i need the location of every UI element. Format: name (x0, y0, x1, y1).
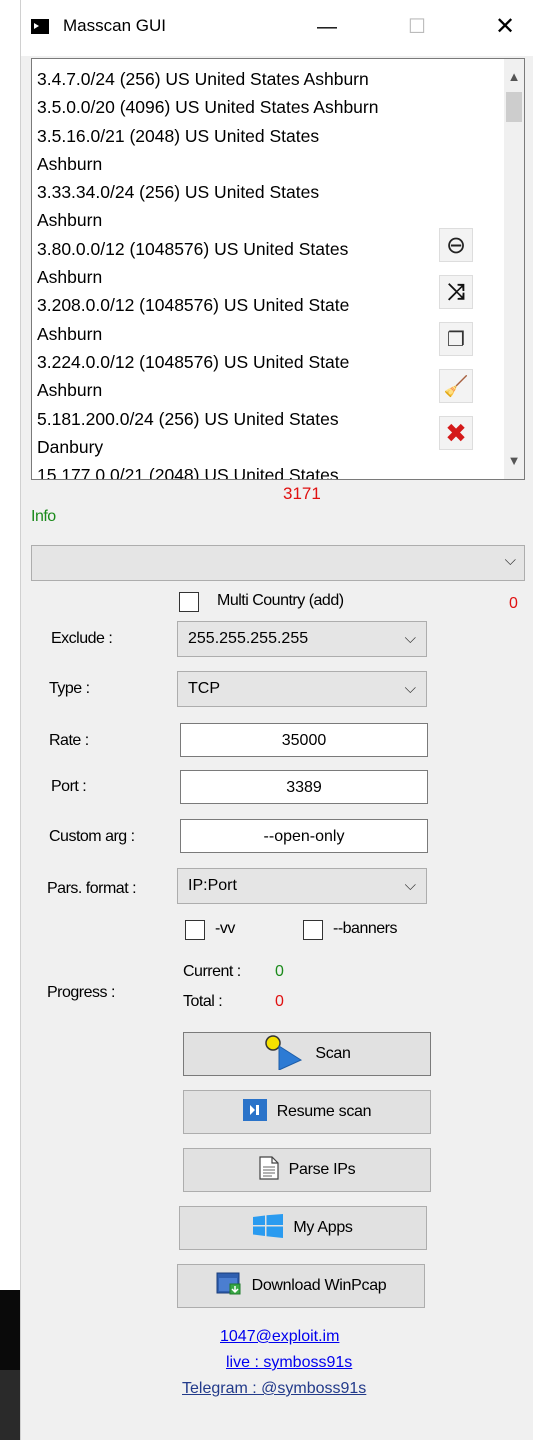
multi-country-count: 0 (509, 595, 518, 612)
resume-scan-label: Resume scan (276, 1103, 372, 1120)
pars-format-label: Pars. format : (47, 880, 137, 897)
ip-range-lines[interactable]: 3.4.7.0/24 (256) US United States Ashbur… (37, 65, 447, 479)
desktop-edge (0, 0, 20, 1440)
broom-icon[interactable]: 🧹 (439, 369, 473, 403)
exclude-select[interactable]: 255.255.255.255 ⌵ (177, 621, 427, 657)
resume-scan-button[interactable]: Resume scan (183, 1090, 431, 1134)
vv-checkbox[interactable] (185, 920, 205, 940)
info-label: Info (31, 508, 56, 525)
scan-label: Scan (315, 1045, 351, 1062)
list-item[interactable]: 3.208.0.0/12 (1048576) US United State (37, 291, 447, 319)
current-value: 0 (275, 963, 284, 980)
port-input[interactable]: 3389 (180, 770, 428, 804)
list-item[interactable]: 3.33.34.0/24 (256) US United States (37, 178, 447, 206)
windows-icon (253, 1213, 284, 1243)
progress-label: Progress : (47, 984, 115, 1001)
my-apps-label: My Apps (293, 1219, 353, 1236)
banners-label: --banners (333, 920, 397, 937)
scroll-down-icon[interactable]: ▼ (504, 451, 524, 471)
custom-arg-input[interactable]: --open-only (180, 819, 428, 853)
total-label: Total : (183, 993, 223, 1010)
maximize-button[interactable]: ☐ (397, 12, 437, 42)
scan-button[interactable]: Scan (183, 1032, 431, 1076)
list-item[interactable]: Ashburn (37, 263, 447, 291)
title-bar[interactable]: Masscan GUI — ☐ ✕ (21, 0, 533, 56)
resume-icon (242, 1098, 267, 1126)
close-button[interactable]: ✕ (485, 12, 525, 42)
telegram-link[interactable]: Telegram : @symboss91s (182, 1380, 366, 1398)
custom-arg-label: Custom arg : (49, 828, 135, 845)
exclude-label: Exclude : (51, 630, 113, 647)
download-winpcap-label: Download WinPcap (251, 1277, 387, 1294)
window-title: Masscan GUI (63, 16, 166, 35)
list-item[interactable]: Ashburn (37, 320, 447, 348)
parse-ips-label: Parse IPs (288, 1161, 356, 1178)
minimize-button[interactable]: — (307, 12, 347, 42)
shuffle-icon[interactable]: ⤨ (439, 275, 473, 309)
rate-input[interactable]: 35000 (180, 723, 428, 757)
remove-circle-icon[interactable]: ⊖ (439, 228, 473, 262)
chevron-down-icon: ⌵ (404, 877, 416, 894)
desktop-edge-dark (0, 1290, 20, 1370)
delete-icon[interactable]: ✖ (439, 416, 473, 450)
exclude-value: 255.255.255.255 (188, 630, 309, 647)
list-item[interactable]: 3.5.16.0/21 (2048) US United States (37, 122, 447, 150)
my-apps-button[interactable]: My Apps (179, 1206, 427, 1250)
vv-label: -vv (215, 920, 235, 937)
type-select[interactable]: TCP ⌵ (177, 671, 427, 707)
pars-format-select[interactable]: IP:Port ⌵ (177, 868, 427, 904)
terminal-icon (31, 19, 49, 34)
chevron-down-icon: ⌵ (404, 630, 416, 647)
list-item[interactable]: Ashburn (37, 150, 447, 178)
port-label: Port : (51, 778, 87, 795)
current-label: Current : (183, 963, 241, 980)
country-select[interactable]: ⌵ (31, 545, 525, 581)
list-item[interactable]: 15.177.0.0/21 (2048) US United States (37, 461, 447, 479)
rate-label: Rate : (49, 732, 89, 749)
copy-icon[interactable]: ❐ (439, 322, 473, 356)
chevron-down-icon: ⌵ (504, 552, 516, 569)
ip-count: 3171 (283, 484, 321, 503)
type-value: TCP (188, 680, 220, 697)
live-link[interactable]: live : symboss91s (226, 1354, 352, 1372)
list-tools: ⊖ ⤨ ❐ 🧹 ✖ (439, 228, 473, 463)
pars-format-value: IP:Port (188, 877, 237, 894)
list-item[interactable]: 3.224.0.0/12 (1048576) US United State (37, 348, 447, 376)
scroll-up-icon[interactable]: ▲ (504, 67, 524, 87)
list-item[interactable]: 3.80.0.0/12 (1048576) US United States (37, 235, 447, 263)
masscan-window: Masscan GUI — ☐ ✕ 3.4.7.0/24 (256) US Un… (20, 0, 533, 1440)
list-item[interactable]: 5.181.200.0/24 (256) US United States (37, 405, 447, 433)
download-window-icon (216, 1272, 242, 1301)
email-link[interactable]: 1047@exploit.im (220, 1328, 339, 1346)
chevron-down-icon: ⌵ (404, 680, 416, 697)
banners-checkbox[interactable] (303, 920, 323, 940)
list-item[interactable]: 3.4.7.0/24 (256) US United States Ashbur… (37, 65, 447, 93)
download-winpcap-button[interactable]: Download WinPcap (177, 1264, 425, 1308)
document-icon (259, 1155, 279, 1185)
list-item[interactable]: Ashburn (37, 206, 447, 234)
play-icon (263, 1034, 305, 1075)
type-label: Type : (49, 680, 90, 697)
total-value: 0 (275, 993, 284, 1010)
scroll-thumb[interactable] (506, 92, 522, 122)
list-item[interactable]: Ashburn (37, 376, 447, 404)
list-item[interactable]: 3.5.0.0/20 (4096) US United States Ashbu… (37, 93, 447, 121)
multi-country-label: Multi Country (add) (217, 592, 344, 609)
multi-country-checkbox[interactable] (179, 592, 199, 612)
parse-ips-button[interactable]: Parse IPs (183, 1148, 431, 1192)
list-item[interactable]: Danbury (37, 433, 447, 461)
list-scrollbar[interactable]: ▲ ▼ (504, 59, 524, 479)
